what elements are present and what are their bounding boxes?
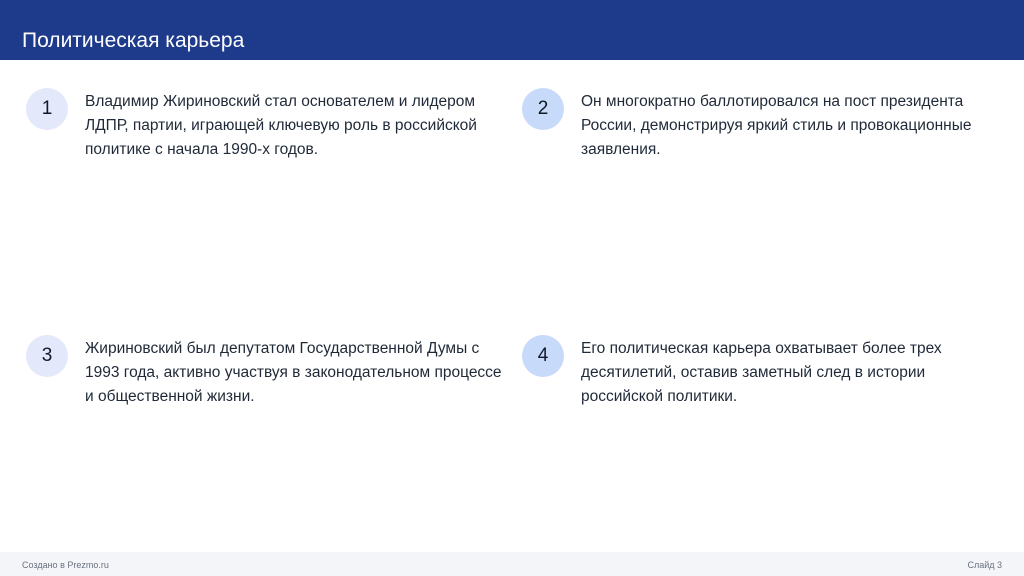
number-badge: 4 — [522, 335, 564, 377]
item-text: Жириновский был депутатом Государственно… — [85, 340, 502, 405]
item-text: Он многократно баллотировался на пост пр… — [581, 93, 972, 158]
number-badge: 3 — [26, 335, 68, 377]
item-text: Владимир Жириновский стал основателем и … — [85, 93, 477, 158]
slide-header: Политическая карьера — [0, 0, 1024, 60]
number-badge: 2 — [522, 88, 564, 130]
item-text: Его политическая карьера охватывает боле… — [581, 340, 942, 405]
created-with-label: Создано в Prezmo.ru — [22, 560, 109, 570]
slide-number: Слайд 3 — [967, 560, 1002, 570]
number-badge: 1 — [26, 88, 68, 130]
slide-title: Политическая карьера — [22, 29, 245, 52]
slide-footer: Создано в Prezmo.ru Слайд 3 — [0, 552, 1024, 576]
